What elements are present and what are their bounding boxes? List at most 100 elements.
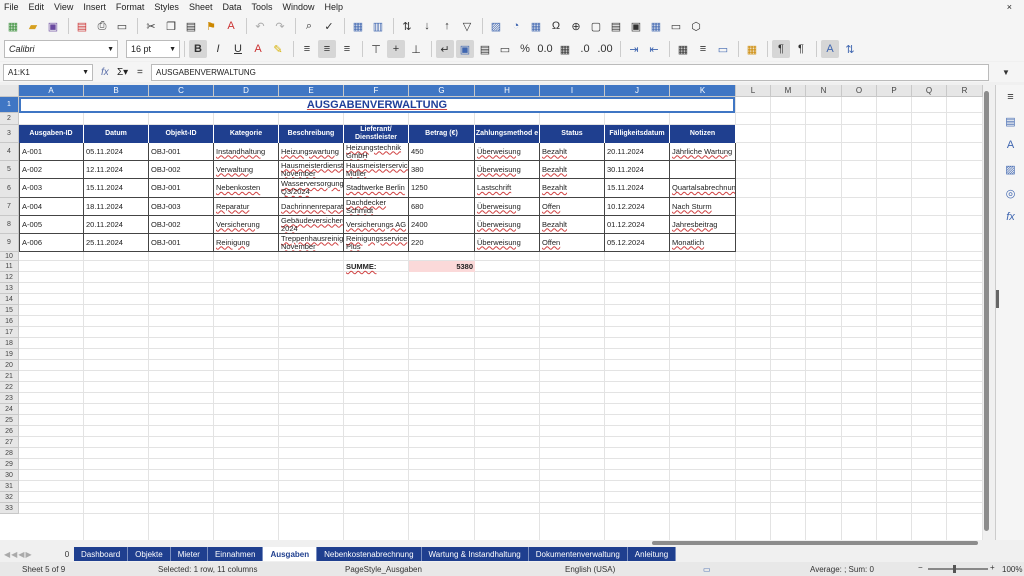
hyperlink-icon[interactable]: ⊕ <box>567 17 585 35</box>
column-header-k[interactable]: K <box>670 85 736 97</box>
table-cell[interactable]: 1250 <box>409 179 475 198</box>
table-cell[interactable]: 380 <box>409 161 475 179</box>
zoom-slider[interactable] <box>928 568 988 570</box>
row-header-22[interactable]: 22 <box>0 382 19 393</box>
row-header-2[interactable]: 2 <box>0 113 19 125</box>
function-wizard-icon[interactable]: fx <box>101 67 115 78</box>
table-header-cell[interactable]: Kategorie <box>214 125 279 143</box>
format-as-percent-icon[interactable]: % <box>516 40 534 58</box>
add-decimal-icon[interactable]: .0 <box>576 40 594 58</box>
save-icon[interactable]: ▣ <box>44 17 62 35</box>
row-header-16[interactable]: 16 <box>0 316 19 327</box>
table-cell[interactable]: Bezahlt <box>540 216 605 234</box>
delete-decimal-icon[interactable]: .00 <box>596 40 614 58</box>
functions-icon[interactable]: fx <box>996 205 1024 229</box>
table-cell[interactable]: 25.11.2024 <box>84 234 149 252</box>
copy-icon[interactable]: ❐ <box>162 17 180 35</box>
tab-anleitung[interactable]: Anleitung <box>627 547 677 561</box>
navigator-icon[interactable]: ◎ <box>996 181 1024 205</box>
menu-tools[interactable]: Tools <box>251 2 272 12</box>
menu-help[interactable]: Help <box>325 2 344 12</box>
add-sheet-button[interactable]: 0 <box>60 547 74 561</box>
table-cell[interactable]: Reparatur <box>214 198 279 216</box>
row-header-23[interactable]: 23 <box>0 393 19 404</box>
row-header-27[interactable]: 27 <box>0 437 19 448</box>
tab-dokumentenverwaltung[interactable]: Dokumentenverwaltung <box>528 547 628 561</box>
table-cell[interactable]: Verwaltung <box>214 161 279 179</box>
table-cell[interactable]: Nach Sturm <box>670 198 736 216</box>
decrease-indent-icon[interactable]: ⇤ <box>645 40 663 58</box>
column-header-q[interactable]: Q <box>912 85 947 97</box>
table-cell[interactable]: 2400 <box>409 216 475 234</box>
table-cell[interactable]: A-004 <box>19 198 84 216</box>
cut-icon[interactable]: ✂ <box>142 17 160 35</box>
table-cell[interactable]: A-002 <box>19 161 84 179</box>
spelling-icon[interactable]: ✓ <box>320 17 338 35</box>
column-icon[interactable]: ▥ <box>369 17 387 35</box>
table-cell[interactable]: A-003 <box>19 179 84 198</box>
sum-value[interactable]: 5380 <box>409 261 475 272</box>
column-header-f[interactable]: F <box>344 85 409 97</box>
column-header-g[interactable]: G <box>409 85 475 97</box>
clone-formatting-icon[interactable]: ⚑ <box>202 17 220 35</box>
align-right-icon[interactable]: ≡ <box>338 40 356 58</box>
row-header-4[interactable]: 4 <box>0 143 19 161</box>
table-cell[interactable]: Überweisung <box>475 161 540 179</box>
row-icon[interactable]: ▦ <box>349 17 367 35</box>
sheet-title-cell[interactable]: AUSGABENVERWALTUNG <box>19 97 735 113</box>
border-color-icon[interactable]: ▭ <box>714 40 732 58</box>
freeze-rows-icon[interactable]: ▦ <box>647 17 665 35</box>
column-header-h[interactable]: H <box>475 85 540 97</box>
table-cell[interactable]: Überweisung <box>475 143 540 161</box>
menu-format[interactable]: Format <box>116 2 145 12</box>
table-cell[interactable]: Nebenkosten <box>214 179 279 198</box>
sidebar-menu-icon[interactable]: ≡ <box>996 85 1024 109</box>
formula-icon[interactable]: = <box>137 67 149 78</box>
menu-window[interactable]: Window <box>283 2 315 12</box>
row-header-3[interactable]: 3 <box>0 125 19 143</box>
vertical-text-icon[interactable]: A <box>821 40 839 58</box>
find-replace-icon[interactable]: ⌕ <box>300 17 318 35</box>
autofilter-icon[interactable]: ▽ <box>458 17 476 35</box>
pivot-table-icon[interactable]: ▦ <box>527 17 545 35</box>
table-cell[interactable]: OBJ-001 <box>149 179 214 198</box>
highlight-color-icon[interactable]: ✎ <box>269 40 287 58</box>
table-header-cell[interactable]: Fälligkeitsdatum <box>605 125 670 143</box>
table-header-cell[interactable]: Datum <box>84 125 149 143</box>
row-header-6[interactable]: 6 <box>0 179 19 198</box>
table-cell[interactable]: 18.11.2024 <box>84 198 149 216</box>
row-header-12[interactable]: 12 <box>0 272 19 283</box>
row-header-7[interactable]: 7 <box>0 198 19 216</box>
table-cell[interactable]: A-001 <box>19 143 84 161</box>
borders-icon[interactable]: ▦ <box>674 40 692 58</box>
table-cell[interactable]: Dachrinnenreparatur <box>279 198 344 216</box>
row-header-11[interactable]: 11 <box>0 261 19 272</box>
table-header-cell[interactable]: Ausgaben-ID <box>19 125 84 143</box>
font-color-icon[interactable]: A <box>249 40 267 58</box>
export-pdf-icon[interactable]: ▤ <box>73 17 91 35</box>
table-cell[interactable]: Überweisung <box>475 198 540 216</box>
sort-descending-icon[interactable]: ↑ <box>438 17 456 35</box>
table-header-cell[interactable]: Objekt-ID <box>149 125 214 143</box>
spreadsheet-grid[interactable]: A B C D E F G H I J K L M N O P Q R 1 2 3 4 5 6 7 8 9 10 11 12 13 14 15 1… <box>0 85 990 540</box>
close-icon[interactable]: × <box>1007 2 1012 12</box>
menu-file[interactable]: File <box>4 2 19 12</box>
table-cell[interactable]: Hausmeisterdienst November <box>279 161 344 179</box>
table-cell[interactable]: 220 <box>409 234 475 252</box>
text-direction-rtl-icon[interactable]: ¶ <box>792 40 810 58</box>
table-header-cell[interactable]: Notizen <box>670 125 736 143</box>
merge-center-icon[interactable]: ▣ <box>456 40 474 58</box>
table-cell[interactable]: Reinigung <box>214 234 279 252</box>
tab-objekte[interactable]: Objekte <box>128 547 171 561</box>
horizontal-scroll-thumb[interactable] <box>652 541 978 545</box>
row-header-10[interactable]: 10 <box>0 252 19 261</box>
column-header-i[interactable]: I <box>540 85 605 97</box>
table-cell[interactable]: Offen <box>540 234 605 252</box>
properties-icon[interactable]: ▤ <box>996 109 1024 133</box>
column-header-b[interactable]: B <box>84 85 149 97</box>
column-header-c[interactable]: C <box>149 85 214 97</box>
table-cell[interactable]: Offen <box>540 198 605 216</box>
format-as-currency-icon[interactable]: ▭ <box>496 40 514 58</box>
tab-dashboard[interactable]: Dashboard <box>74 547 129 561</box>
row-header-21[interactable]: 21 <box>0 371 19 382</box>
